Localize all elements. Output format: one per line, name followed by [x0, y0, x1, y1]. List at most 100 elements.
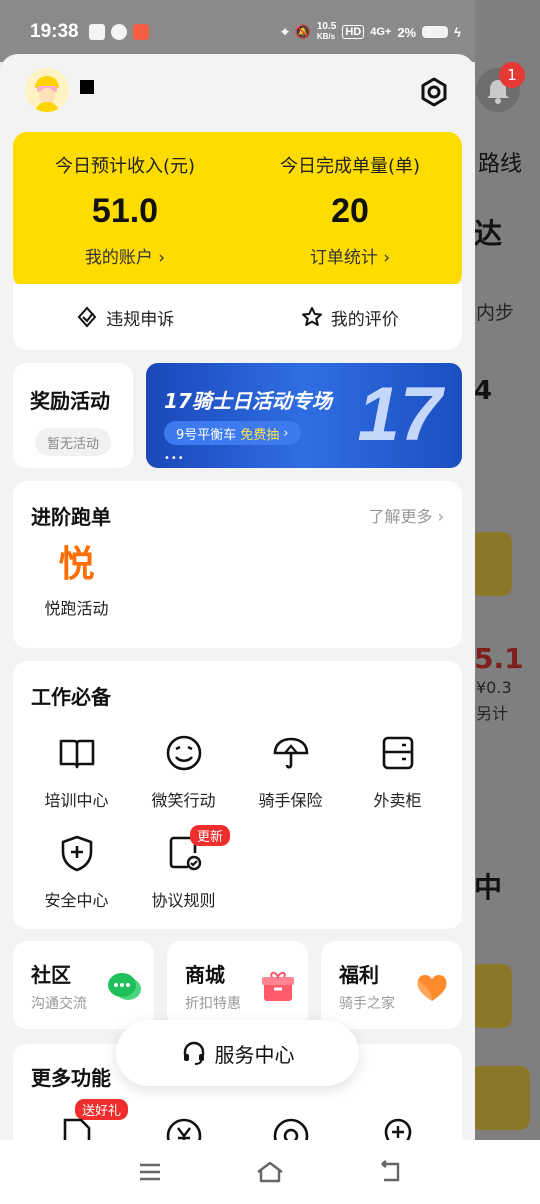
book-icon: [59, 739, 94, 769]
locker-item[interactable]: 外卖柜: [344, 733, 451, 811]
banner-pager: •••: [164, 453, 185, 464]
smile-action-item[interactable]: 微笑行动: [130, 733, 237, 811]
banner-pill[interactable]: 9号平衡车 免费抽 ›: [164, 421, 301, 445]
settings-icon[interactable]: [416, 74, 452, 110]
welfare-title: 福利: [339, 963, 379, 987]
service-center-button[interactable]: 服务中心: [116, 1020, 359, 1086]
rider-insurance-item[interactable]: 骑手保险: [237, 733, 344, 811]
wechat-icon: [110, 24, 127, 40]
income-label: 今日预计收入(元): [54, 156, 196, 177]
status-time: 19:38: [30, 21, 79, 42]
work-card: 工作必备 培训中心 微笑行动 骑手保险 外卖柜 安全中心 协议规则 更新: [13, 661, 462, 929]
promo-banner[interactable]: 17 17骑士日活动专场 9号平衡车 免费抽 › •••: [146, 363, 462, 468]
community-sub: 沟通交流: [31, 996, 87, 1012]
document-icon[interactable]: [57, 1116, 97, 1140]
smile-icon: [166, 735, 201, 771]
menu-button[interactable]: [120, 1152, 180, 1192]
notification-badge: 1: [499, 62, 525, 88]
heart-icon: [417, 974, 447, 1001]
battery-percent: 2%: [397, 24, 417, 40]
net-speed: 10.5 KB/s: [317, 22, 336, 42]
rider-insurance-label: 骑手保险: [258, 791, 323, 810]
umbrella-icon: [273, 737, 308, 769]
complaint-button[interactable]: 违规申诉: [13, 284, 238, 350]
community-card[interactable]: 社区 沟通交流: [13, 941, 154, 1029]
mall-title: 商城: [185, 963, 225, 987]
orders-today[interactable]: 今日完成单量(单) 20 订单统计 ›: [238, 152, 462, 268]
target-icon[interactable]: [271, 1116, 311, 1140]
flag-icon: [77, 306, 97, 328]
avatar[interactable]: [25, 68, 69, 112]
smile-action-label: 微笑行动: [151, 791, 216, 810]
mall-card[interactable]: 商城 折扣特惠: [167, 941, 308, 1029]
shield-plus-icon: [61, 835, 92, 872]
income-value: 51.0: [91, 192, 159, 230]
orders-label: 今日完成单量(单): [279, 156, 421, 177]
chat-bubble-icon: [108, 973, 141, 1000]
rating-button[interactable]: 我的评价: [238, 284, 463, 350]
reward-title: 奖励活动: [30, 389, 110, 413]
welfare-sub: 骑手之家: [339, 996, 395, 1012]
battery-icon: [422, 26, 449, 38]
charging-icon: ϟ: [454, 24, 461, 40]
advanced-title: 进阶跑单: [31, 505, 111, 529]
welfare-card[interactable]: 福利 骑手之家: [321, 941, 462, 1029]
username-redacted: [80, 80, 94, 94]
banner-pill-highlight: 免费抽: [240, 427, 280, 443]
scrim-overlay[interactable]: [475, 0, 540, 1140]
side-drawer: 今日预计收入(元) 51.0 我的账户 › 今日完成单量(单) 20 订单统计 …: [0, 54, 475, 1140]
training-center-label: 培训中心: [44, 791, 109, 810]
order-stats-link[interactable]: 订单统计 ›: [238, 243, 462, 268]
income-card: 今日预计收入(元) 51.0 我的账户 › 今日完成单量(单) 20 订单统计 …: [13, 132, 462, 288]
complaint-label: 违规申诉: [106, 309, 175, 330]
income-today[interactable]: 今日预计收入(元) 51.0 我的账户 ›: [13, 152, 237, 268]
sub-actions: 违规申诉 我的评价: [13, 284, 462, 350]
my-account-link[interactable]: 我的账户 ›: [13, 243, 237, 268]
app-notification-icon: [88, 24, 105, 40]
back-icon: [381, 1160, 400, 1182]
yuan-icon[interactable]: [164, 1116, 204, 1140]
orders-value: 20: [331, 192, 369, 230]
hd-icon: HD: [342, 25, 365, 39]
training-center-item[interactable]: 培训中心: [23, 733, 130, 811]
banner-number: 17: [357, 372, 442, 457]
work-title: 工作必备: [31, 685, 111, 709]
star-icon: [301, 307, 322, 326]
network-icon: 4G+: [370, 26, 392, 38]
banner-pill-prefix: 9号平衡车: [176, 427, 237, 443]
menu-icon: [140, 1163, 160, 1181]
locker-icon: [382, 736, 413, 770]
home-button[interactable]: [240, 1152, 300, 1192]
update-badge: 更新: [190, 825, 231, 846]
location-plus-icon[interactable]: [378, 1116, 418, 1140]
mall-sub: 折扣特惠: [185, 996, 241, 1012]
safety-center-label: 安全中心: [44, 891, 109, 910]
joy-run-item[interactable]: 悦 悦跑活动: [23, 545, 130, 619]
chevron-right-icon: ›: [283, 425, 289, 441]
agreement-rules-item[interactable]: 协议规则 更新: [130, 825, 237, 911]
mute-icon: 🔕: [294, 24, 311, 39]
headset-icon: [183, 1041, 204, 1065]
status-bar: 19:38 ⌖ 🔕 10.5 KB/s HD 4G+ 2% ϟ: [0, 0, 475, 62]
back-button[interactable]: [360, 1152, 420, 1192]
community-title: 社区: [31, 963, 71, 987]
app-icon: [132, 24, 149, 40]
agreement-rules-label: 协议规则: [151, 891, 216, 910]
safety-center-item[interactable]: 安全中心: [23, 833, 130, 911]
home-icon: [257, 1161, 283, 1183]
learn-more-link[interactable]: 了解更多 ›: [369, 503, 445, 527]
banner-title: 17骑士日活动专场: [164, 389, 332, 413]
net-speed-unit: KB/s: [316, 32, 336, 41]
rating-label: 我的评价: [330, 309, 399, 330]
joy-icon: 悦: [58, 544, 95, 585]
reward-card[interactable]: 奖励活动 暂无活动: [13, 363, 133, 468]
location-icon: ⌖: [281, 24, 289, 39]
reward-tag: 暂无活动: [35, 428, 111, 456]
system-nav-bar: [0, 1140, 540, 1204]
advanced-card: 进阶跑单 了解更多 › 悦 悦跑活动: [13, 481, 462, 648]
joy-run-label: 悦跑活动: [44, 599, 109, 618]
net-speed-value: 10.5: [316, 21, 337, 32]
more-features-title: 更多功能: [31, 1066, 111, 1090]
service-center-label: 服务中心: [214, 1042, 295, 1067]
gift-box-icon: [262, 971, 294, 1001]
